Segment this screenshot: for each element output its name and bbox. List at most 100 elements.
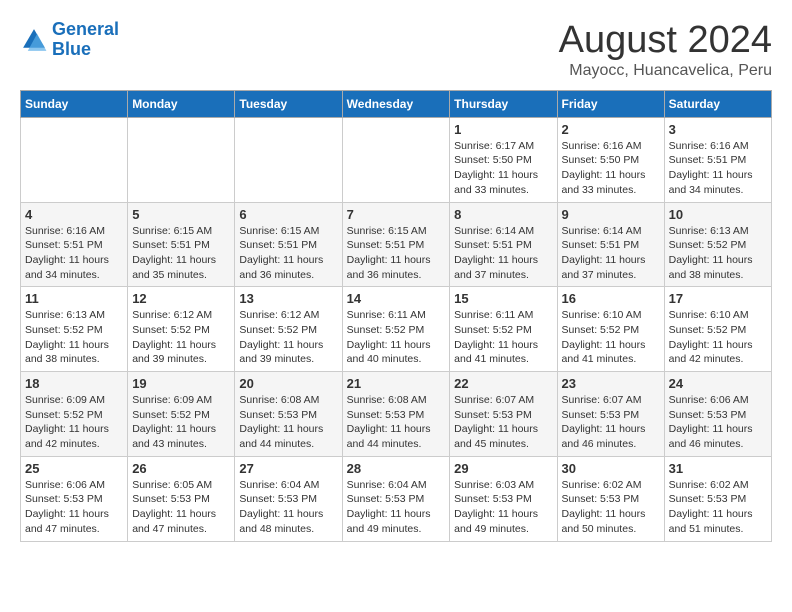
day-number: 1 [454, 122, 552, 137]
day-number: 20 [239, 376, 337, 391]
logo-icon [20, 26, 48, 54]
day-number: 10 [669, 207, 767, 222]
day-cell: 31Sunrise: 6:02 AM Sunset: 5:53 PM Dayli… [664, 456, 771, 541]
day-number: 6 [239, 207, 337, 222]
day-cell: 4 Sunrise: 6:16 AM Sunset: 5:51 PM Daylig… [21, 202, 128, 287]
day-number: 29 [454, 461, 552, 476]
day-detail: Sunrise: 6:07 AM Sunset: 5:53 PM Dayligh… [562, 393, 660, 452]
day-cell: 22 Sunrise: 6:07 AM Sunset: 5:53 PM Dayli… [450, 372, 557, 457]
day-detail: Sunrise: 6:17 AM Sunset: 5:50 PM Dayligh… [454, 139, 552, 198]
day-detail: Sunrise: 6:03 AM Sunset: 5:53 PM Dayligh… [454, 478, 552, 537]
day-detail: Sunrise: 6:09 AM Sunset: 5:52 PM Dayligh… [25, 393, 123, 452]
day-cell: 30 Sunrise: 6:02 AM Sunset: 5:53 PM Dayli… [557, 456, 664, 541]
day-detail: Sunrise: 6:08 AM Sunset: 5:53 PM Dayligh… [347, 393, 446, 452]
day-number: 13 [239, 291, 337, 306]
week-row-5: 25 Sunrise: 6:06 AM Sunset: 5:53 PM Dayli… [21, 456, 772, 541]
day-number: 21 [347, 376, 446, 391]
day-detail: Sunrise: 6:06 AM Sunset: 5:53 PM Dayligh… [25, 478, 123, 537]
day-cell: 28Sunrise: 6:04 AM Sunset: 5:53 PM Dayli… [342, 456, 450, 541]
week-row-4: 18Sunrise: 6:09 AM Sunset: 5:52 PM Dayli… [21, 372, 772, 457]
day-number: 23 [562, 376, 660, 391]
day-detail: Sunrise: 6:07 AM Sunset: 5:53 PM Dayligh… [454, 393, 552, 452]
header-cell-saturday: Saturday [664, 90, 771, 117]
day-number: 27 [239, 461, 337, 476]
page-header: General Blue August 2024 Mayocc, Huancav… [20, 20, 772, 80]
day-cell: 25 Sunrise: 6:06 AM Sunset: 5:53 PM Dayli… [21, 456, 128, 541]
day-cell: 14 Sunrise: 6:11 AM Sunset: 5:52 PM Dayli… [342, 287, 450, 372]
day-detail: Sunrise: 6:08 AM Sunset: 5:53 PM Dayligh… [239, 393, 337, 452]
day-detail: Sunrise: 6:05 AM Sunset: 5:53 PM Dayligh… [132, 478, 230, 537]
day-cell: 21 Sunrise: 6:08 AM Sunset: 5:53 PM Dayli… [342, 372, 450, 457]
day-number: 2 [562, 122, 660, 137]
day-cell: 10 Sunrise: 6:13 AM Sunset: 5:52 PM Dayli… [664, 202, 771, 287]
day-detail: Sunrise: 6:14 AM Sunset: 5:51 PM Dayligh… [454, 224, 552, 283]
day-cell: 12 Sunrise: 6:12 AM Sunset: 5:52 PM Dayli… [128, 287, 235, 372]
day-number: 12 [132, 291, 230, 306]
header-cell-monday: Monday [128, 90, 235, 117]
day-cell: 29 Sunrise: 6:03 AM Sunset: 5:53 PM Dayli… [450, 456, 557, 541]
day-cell [21, 117, 128, 202]
day-cell: 11 Sunrise: 6:13 AM Sunset: 5:52 PM Dayli… [21, 287, 128, 372]
day-cell: 6 Sunrise: 6:15 AM Sunset: 5:51 PM Daylig… [235, 202, 342, 287]
day-number: 15 [454, 291, 552, 306]
day-cell [342, 117, 450, 202]
day-cell: 3Sunrise: 6:16 AM Sunset: 5:51 PM Daylig… [664, 117, 771, 202]
header-cell-friday: Friday [557, 90, 664, 117]
day-number: 7 [347, 207, 446, 222]
day-detail: Sunrise: 6:13 AM Sunset: 5:52 PM Dayligh… [25, 308, 123, 367]
day-detail: Sunrise: 6:09 AM Sunset: 5:52 PM Dayligh… [132, 393, 230, 452]
day-number: 22 [454, 376, 552, 391]
header-cell-sunday: Sunday [21, 90, 128, 117]
day-number: 24 [669, 376, 767, 391]
day-number: 16 [562, 291, 660, 306]
day-cell: 23 Sunrise: 6:07 AM Sunset: 5:53 PM Dayli… [557, 372, 664, 457]
day-number: 11 [25, 291, 123, 306]
day-number: 14 [347, 291, 446, 306]
day-number: 3 [669, 122, 767, 137]
day-cell: 17 Sunrise: 6:10 AM Sunset: 5:52 PM Dayli… [664, 287, 771, 372]
day-cell [128, 117, 235, 202]
day-cell: 20 Sunrise: 6:08 AM Sunset: 5:53 PM Dayli… [235, 372, 342, 457]
day-detail: Sunrise: 6:15 AM Sunset: 5:51 PM Dayligh… [239, 224, 337, 283]
day-cell: 26Sunrise: 6:05 AM Sunset: 5:53 PM Dayli… [128, 456, 235, 541]
header-cell-tuesday: Tuesday [235, 90, 342, 117]
day-number: 17 [669, 291, 767, 306]
day-detail: Sunrise: 6:15 AM Sunset: 5:51 PM Dayligh… [347, 224, 446, 283]
week-row-2: 4 Sunrise: 6:16 AM Sunset: 5:51 PM Daylig… [21, 202, 772, 287]
day-number: 31 [669, 461, 767, 476]
day-cell: 27 Sunrise: 6:04 AM Sunset: 5:53 PM Dayli… [235, 456, 342, 541]
day-detail: Sunrise: 6:11 AM Sunset: 5:52 PM Dayligh… [347, 308, 446, 367]
day-cell: 7 Sunrise: 6:15 AM Sunset: 5:51 PM Daylig… [342, 202, 450, 287]
logo-text: General Blue [52, 20, 119, 60]
week-row-3: 11 Sunrise: 6:13 AM Sunset: 5:52 PM Dayli… [21, 287, 772, 372]
day-number: 4 [25, 207, 123, 222]
day-detail: Sunrise: 6:12 AM Sunset: 5:52 PM Dayligh… [239, 308, 337, 367]
day-cell: 9Sunrise: 6:14 AM Sunset: 5:51 PM Daylig… [557, 202, 664, 287]
day-detail: Sunrise: 6:04 AM Sunset: 5:53 PM Dayligh… [347, 478, 446, 537]
day-detail: Sunrise: 6:06 AM Sunset: 5:53 PM Dayligh… [669, 393, 767, 452]
day-detail: Sunrise: 6:12 AM Sunset: 5:52 PM Dayligh… [132, 308, 230, 367]
day-number: 30 [562, 461, 660, 476]
day-cell: 5Sunrise: 6:15 AM Sunset: 5:51 PM Daylig… [128, 202, 235, 287]
page-subtitle: Mayocc, Huancavelica, Peru [559, 62, 772, 80]
day-detail: Sunrise: 6:10 AM Sunset: 5:52 PM Dayligh… [669, 308, 767, 367]
day-cell: 2 Sunrise: 6:16 AM Sunset: 5:50 PM Daylig… [557, 117, 664, 202]
day-detail: Sunrise: 6:02 AM Sunset: 5:53 PM Dayligh… [562, 478, 660, 537]
day-cell: 8Sunrise: 6:14 AM Sunset: 5:51 PM Daylig… [450, 202, 557, 287]
header-cell-wednesday: Wednesday [342, 90, 450, 117]
calendar-table: SundayMondayTuesdayWednesdayThursdayFrid… [20, 90, 772, 542]
day-cell: 24 Sunrise: 6:06 AM Sunset: 5:53 PM Dayli… [664, 372, 771, 457]
logo: General Blue [20, 20, 119, 60]
day-detail: Sunrise: 6:16 AM Sunset: 5:51 PM Dayligh… [25, 224, 123, 283]
day-detail: Sunrise: 6:16 AM Sunset: 5:50 PM Dayligh… [562, 139, 660, 198]
header-cell-thursday: Thursday [450, 90, 557, 117]
day-cell: 15Sunrise: 6:11 AM Sunset: 5:52 PM Dayli… [450, 287, 557, 372]
day-detail: Sunrise: 6:13 AM Sunset: 5:52 PM Dayligh… [669, 224, 767, 283]
page-title: August 2024 [559, 20, 772, 62]
day-cell: 13 Sunrise: 6:12 AM Sunset: 5:52 PM Dayli… [235, 287, 342, 372]
day-number: 25 [25, 461, 123, 476]
day-detail: Sunrise: 6:04 AM Sunset: 5:53 PM Dayligh… [239, 478, 337, 537]
day-cell [235, 117, 342, 202]
day-number: 9 [562, 207, 660, 222]
day-cell: 16Sunrise: 6:10 AM Sunset: 5:52 PM Dayli… [557, 287, 664, 372]
